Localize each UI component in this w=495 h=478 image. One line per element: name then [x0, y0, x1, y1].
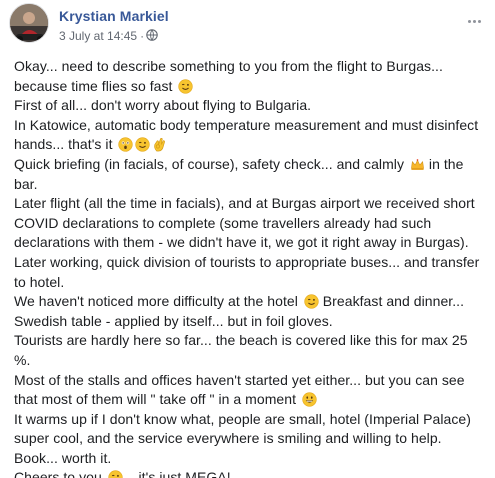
post-line: bar. — [14, 175, 38, 192]
more-options-icon[interactable] — [464, 4, 486, 23]
post-line: Swedish table - applied by itself... but… — [14, 312, 333, 329]
meta-separator: · — [140, 29, 145, 43]
post-line: In Katowice, automatic body temperature … — [14, 116, 479, 133]
post-line: hands... that's it — [14, 135, 486, 155]
wink-emoji-icon — [178, 78, 194, 94]
post-timestamp[interactable]: 3 July at 14:45 — [59, 29, 137, 43]
post-meta: 3 July at 14:45 · — [59, 29, 158, 44]
facebook-post: Krystian Markiel 3 July at 14:45 · Okay..… — [0, 0, 495, 478]
post-line: to hotel. — [14, 273, 65, 290]
post-line: Most of the stalls and offices haven't s… — [14, 371, 465, 388]
post-line: that most of them will " take off " in a… — [14, 390, 486, 410]
post-line: It warms up if I don't know what, people… — [14, 410, 471, 427]
author-avatar[interactable] — [9, 3, 49, 43]
ok-hand-emoji-icon — [152, 137, 167, 152]
post-inline-text: ... it's just MEGA! — [122, 469, 231, 478]
wink-emoji-icon — [304, 294, 319, 309]
post-line: %. — [14, 351, 31, 368]
post-line: Tourists are hardly here so far... the b… — [14, 332, 468, 349]
post-line: Okay... need to describe something to yo… — [14, 58, 443, 74]
post-line: We haven't noticed more difficulty at th… — [14, 293, 465, 310]
post-line: super cool, and the service everywhere i… — [14, 430, 442, 447]
post-inline-text: in the — [428, 155, 464, 172]
post-line: because time flies so fast — [14, 77, 486, 97]
globe-icon[interactable] — [146, 29, 158, 44]
wink-emoji-icon — [108, 470, 123, 478]
post-text: Okay... need to describe something to yo… — [14, 57, 486, 478]
author-name[interactable]: Krystian Markiel — [59, 8, 169, 24]
wink-emoji-icon — [135, 137, 151, 153]
post-line: First of all... don't worry about flying… — [14, 97, 312, 114]
grinning-emoji-icon — [302, 392, 317, 407]
post-inline-text: Breakfast and dinner... — [322, 293, 465, 310]
post-line: Cheers to you ... it's just MEGA! — [14, 468, 486, 478]
crown-emoji-icon — [410, 157, 425, 172]
post-line: declarations with them - we didn't have … — [14, 234, 469, 251]
post-line: Later working, quick division of tourist… — [14, 253, 480, 270]
post-line: Quick briefing (in facials, of course), … — [14, 155, 464, 172]
post-line: Later flight (all the time in facials), … — [14, 195, 475, 212]
post-line: COVID declarations to complete (some tra… — [14, 214, 432, 231]
astonished-emoji-icon — [118, 137, 134, 153]
post-line: Book... worth it. — [14, 449, 112, 466]
